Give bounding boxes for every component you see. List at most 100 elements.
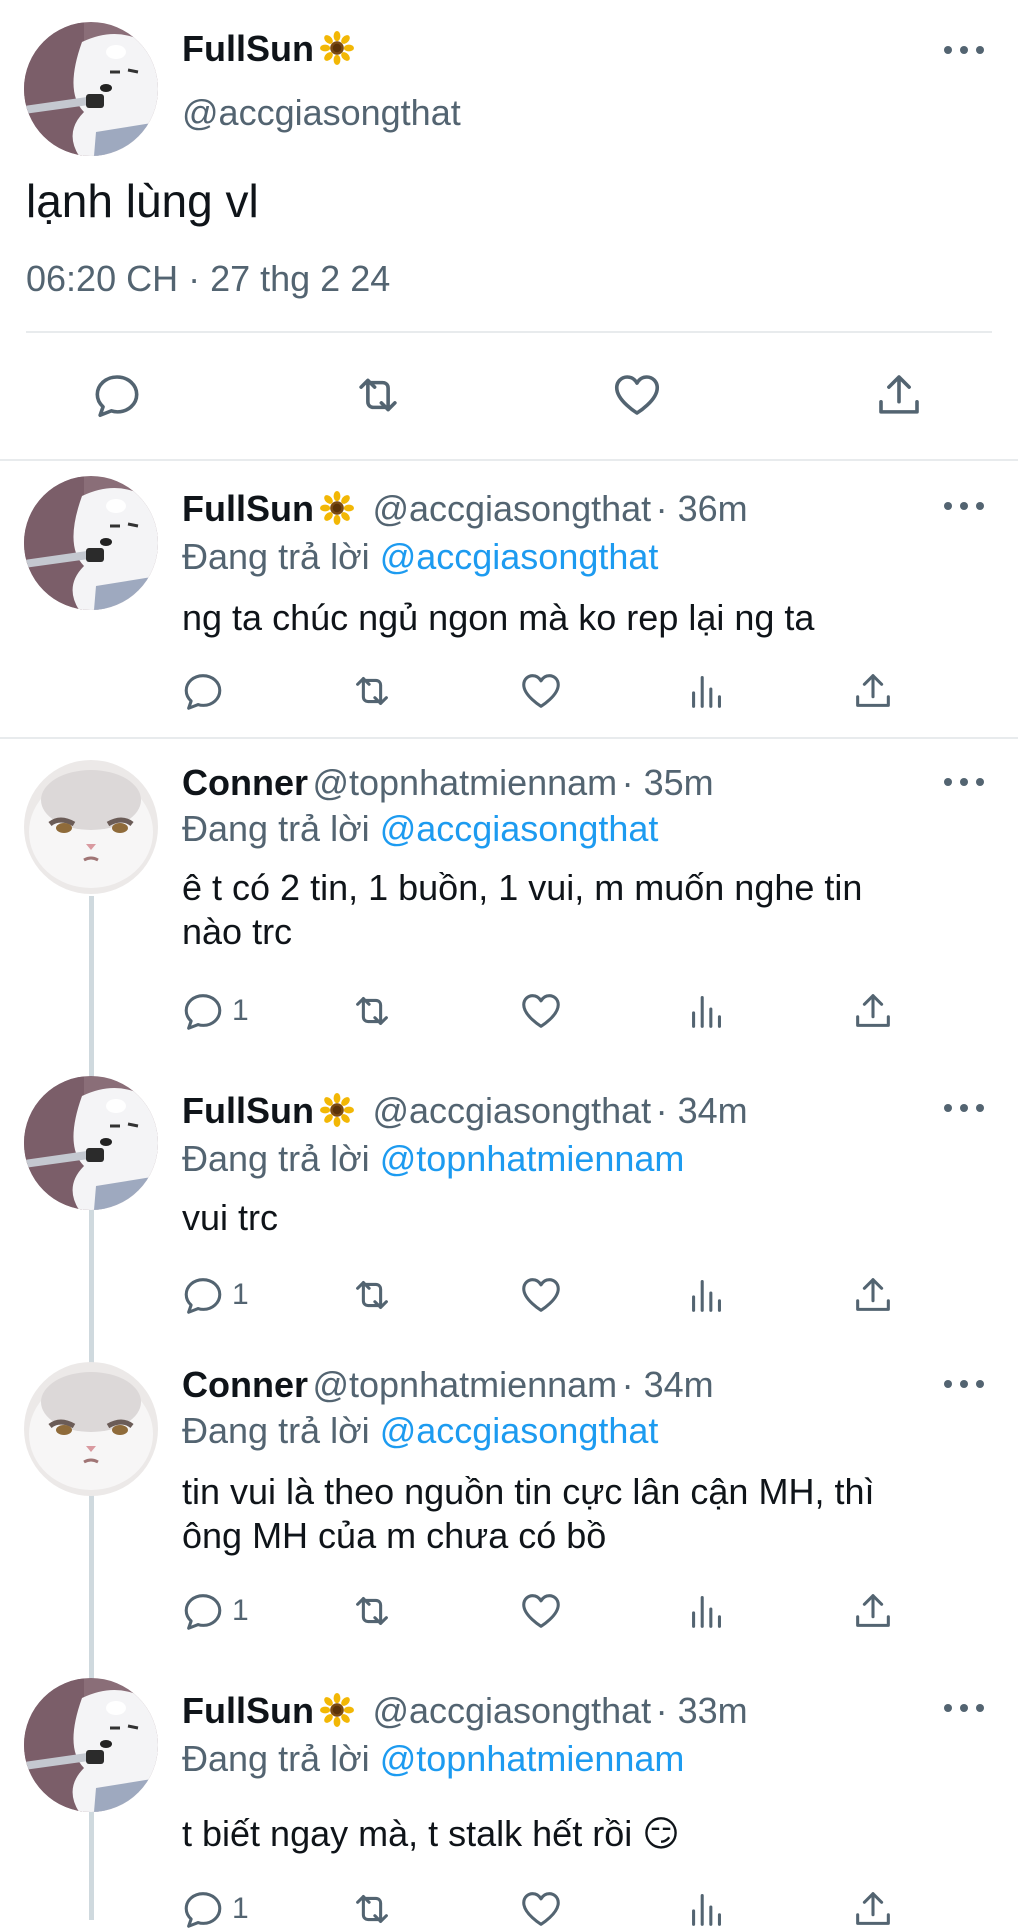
- share-icon: [850, 988, 896, 1034]
- like-icon: [610, 368, 664, 422]
- reply-icon: [180, 668, 226, 714]
- mention-link[interactable]: @topnhatmiennam: [380, 1138, 685, 1179]
- sunflower-icon: [320, 491, 354, 525]
- reply-text: t biết ngay mà, t stalk hết rồi 😏: [182, 1812, 680, 1856]
- share-button[interactable]: [850, 1588, 896, 1634]
- reply-prefix: Đang trả lời: [182, 1738, 370, 1779]
- mention-link[interactable]: @topnhatmiennam: [380, 1738, 685, 1779]
- reply-button[interactable]: [180, 668, 226, 714]
- more-icon[interactable]: [944, 496, 984, 516]
- divider: [0, 459, 1018, 461]
- avatar[interactable]: [24, 476, 158, 610]
- more-icon[interactable]: [944, 40, 984, 60]
- display-name[interactable]: Conner: [182, 762, 308, 803]
- retweet-button[interactable]: [348, 1886, 396, 1932]
- reply-button[interactable]: 1: [180, 988, 249, 1034]
- reply-icon: [180, 1272, 226, 1318]
- analytics-button[interactable]: [684, 1886, 730, 1932]
- replying-to: Đang trả lời @accgiasongthat: [182, 1410, 658, 1452]
- share-button[interactable]: [850, 988, 896, 1034]
- reply-icon: [180, 1886, 226, 1932]
- display-name[interactable]: Conner: [182, 1364, 308, 1405]
- like-button[interactable]: [518, 988, 564, 1034]
- avatar[interactable]: [24, 1076, 158, 1210]
- like-button[interactable]: [518, 1272, 564, 1318]
- time[interactable]: · 34m: [622, 1364, 714, 1405]
- share-button[interactable]: [850, 668, 896, 714]
- display-name[interactable]: FullSun: [182, 1090, 314, 1131]
- text-line: tin vui là theo nguồn tin cực lân cận MH…: [182, 1471, 875, 1512]
- text-line: ê t có 2 tin, 1 buồn, 1 vui, m muốn nghe…: [182, 867, 863, 908]
- text-line: t biết ngay mà, t stalk hết rồi 😏: [182, 1813, 680, 1854]
- reply-count: 1: [232, 1278, 249, 1311]
- analytics-button[interactable]: [684, 668, 730, 714]
- main-timestamp[interactable]: 06:20 CH · 27 thg 2 24: [26, 258, 390, 300]
- avatar[interactable]: [24, 22, 158, 156]
- like-icon: [518, 1588, 564, 1634]
- avatar-bear-image: [24, 1076, 158, 1210]
- more-icon[interactable]: [944, 1698, 984, 1718]
- like-button[interactable]: [610, 368, 664, 422]
- analytics-icon: [684, 1272, 730, 1318]
- like-button[interactable]: [518, 1886, 564, 1932]
- time[interactable]: · 34m: [656, 1090, 748, 1131]
- reply-count: 1: [232, 1594, 249, 1627]
- share-button[interactable]: [850, 1886, 896, 1932]
- share-button[interactable]: [850, 1272, 896, 1318]
- like-button[interactable]: [518, 1588, 564, 1634]
- mention-link[interactable]: @accgiasongthat: [380, 808, 659, 849]
- share-button[interactable]: [872, 368, 926, 422]
- avatar[interactable]: [24, 760, 158, 894]
- avatar[interactable]: [24, 1678, 158, 1812]
- time[interactable]: · 36m: [656, 488, 748, 529]
- more-icon[interactable]: [944, 1098, 984, 1118]
- time[interactable]: · 35m: [622, 762, 714, 803]
- main-display-name[interactable]: FullSun: [182, 28, 354, 70]
- handle[interactable]: @accgiasongthat: [372, 1690, 651, 1731]
- reply-button[interactable]: 1: [180, 1272, 249, 1318]
- reply-prefix: Đang trả lời: [182, 1410, 370, 1451]
- replying-to: Đang trả lời @accgiasongthat: [182, 808, 658, 850]
- reply-button[interactable]: 1: [180, 1886, 249, 1932]
- reply-header: Conner @topnhatmiennam · 34m: [182, 1364, 714, 1406]
- like-icon: [518, 988, 564, 1034]
- retweet-button[interactable]: [348, 1272, 396, 1318]
- handle[interactable]: @topnhatmiennam: [312, 1364, 617, 1405]
- sunflower-icon: [320, 31, 354, 65]
- reply-button[interactable]: [90, 368, 144, 422]
- handle[interactable]: @accgiasongthat: [372, 488, 651, 529]
- analytics-button[interactable]: [684, 988, 730, 1034]
- analytics-button[interactable]: [684, 1272, 730, 1318]
- sunflower-icon: [320, 1693, 354, 1727]
- analytics-button[interactable]: [684, 1588, 730, 1634]
- retweet-button[interactable]: [348, 1588, 396, 1634]
- more-icon[interactable]: [944, 1374, 984, 1394]
- retweet-button[interactable]: [348, 988, 396, 1034]
- display-name[interactable]: FullSun: [182, 488, 314, 529]
- handle[interactable]: @topnhatmiennam: [312, 762, 617, 803]
- reply-count: 1: [232, 1892, 249, 1925]
- retweet-button[interactable]: [348, 668, 396, 714]
- time[interactable]: · 33m: [656, 1690, 748, 1731]
- retweet-icon: [348, 668, 396, 714]
- main-handle[interactable]: @accgiasongthat: [182, 92, 461, 134]
- text-line: vui trc: [182, 1197, 279, 1238]
- retweet-button[interactable]: [350, 368, 406, 422]
- handle[interactable]: @accgiasongthat: [372, 1090, 651, 1131]
- mention-link[interactable]: @accgiasongthat: [380, 536, 659, 577]
- more-icon[interactable]: [944, 772, 984, 792]
- reply-button[interactable]: 1: [180, 1588, 249, 1634]
- avatar[interactable]: [24, 1362, 158, 1496]
- like-button[interactable]: [518, 668, 564, 714]
- reply-prefix: Đang trả lời: [182, 536, 370, 577]
- share-icon: [850, 1886, 896, 1932]
- text-line: nào trc: [182, 911, 293, 952]
- like-icon: [518, 1272, 564, 1318]
- text-line: ông MH của m chưa có bồ: [182, 1515, 607, 1556]
- reply-prefix: Đang trả lời: [182, 1138, 370, 1179]
- avatar-bear-image: [24, 1678, 158, 1812]
- display-name-text: FullSun: [182, 28, 314, 69]
- display-name[interactable]: FullSun: [182, 1690, 314, 1731]
- reply-header: FullSun @accgiasongthat · 34m: [182, 1090, 748, 1132]
- mention-link[interactable]: @accgiasongthat: [380, 1410, 659, 1451]
